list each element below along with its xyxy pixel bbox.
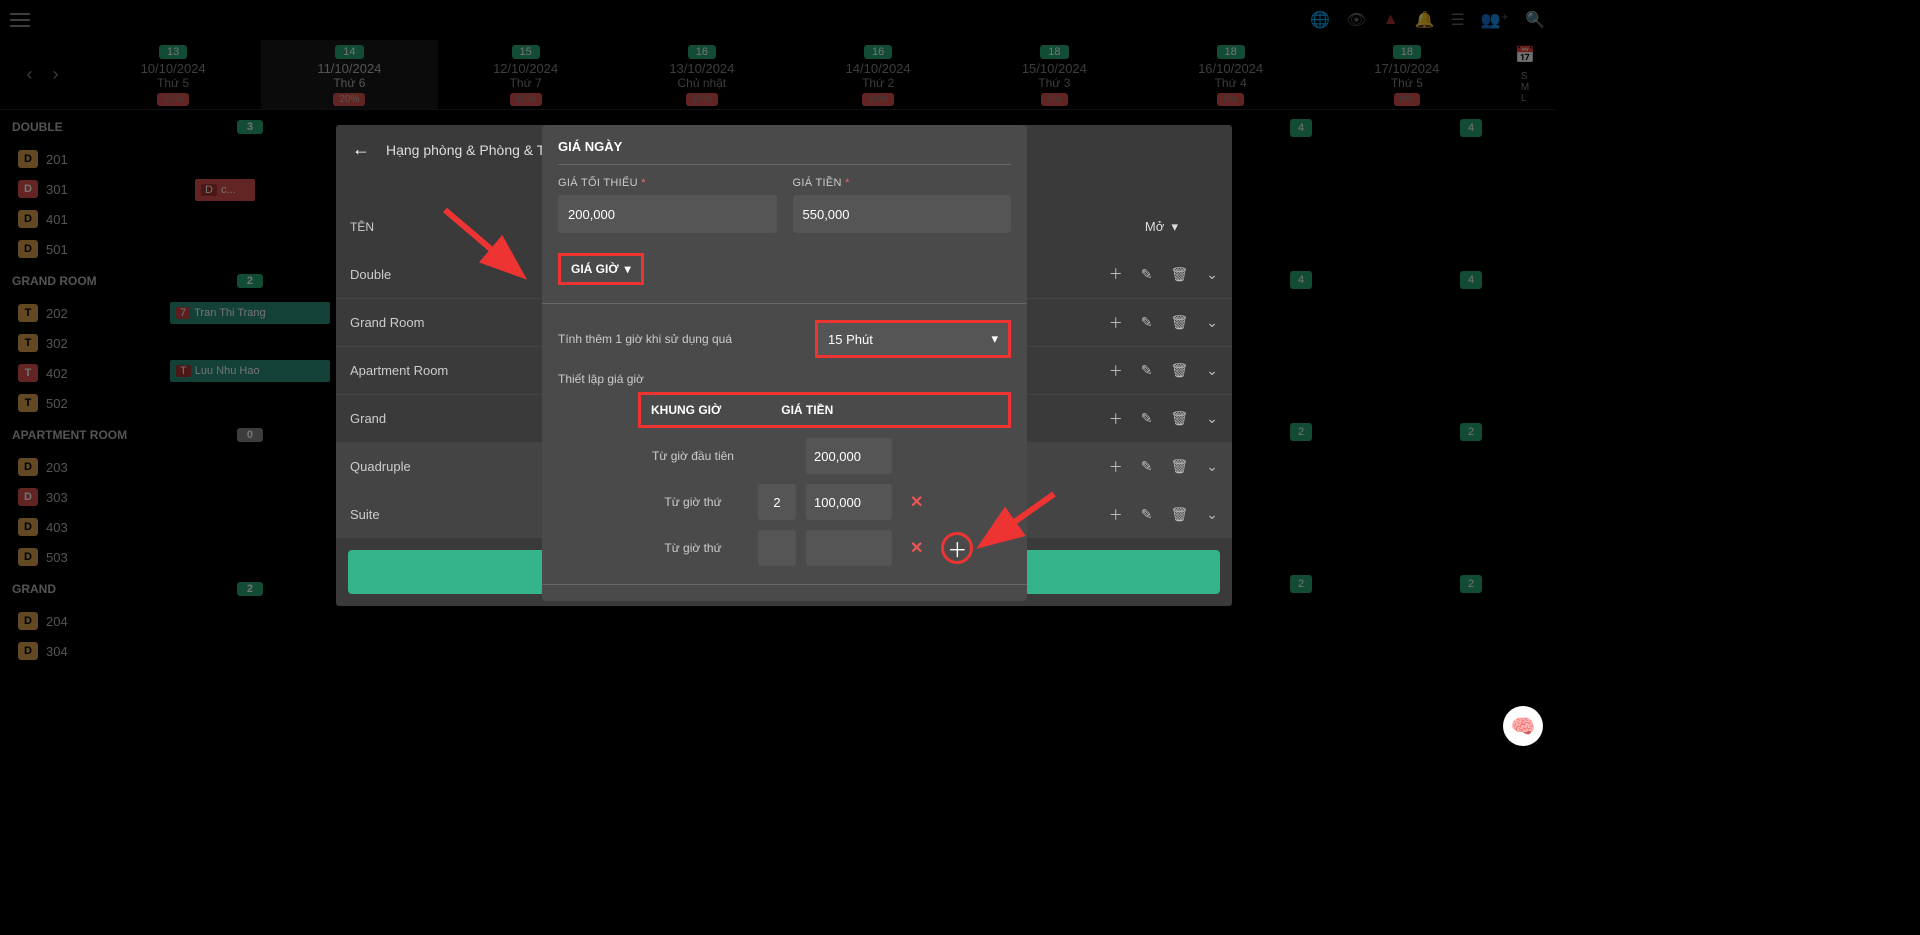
chevron-down-icon[interactable]: ⌄ [1206, 266, 1218, 283]
hour-price-row: Từ giờ thứ ✕ [638, 484, 1011, 520]
add-icon[interactable]: ＋ [1109, 457, 1123, 477]
hour-price-toggle[interactable]: GIÁ GIỜ ▾ [558, 253, 644, 285]
hour-price-row: Từ giờ đầu tiên [638, 438, 1011, 474]
hour-price-input[interactable] [806, 484, 892, 520]
hour-row-label: Từ giờ thứ [638, 541, 748, 555]
hour-setup-label: Thiết lập giá giờ [558, 372, 1011, 386]
hour-price-row: Từ giờ thứ ✕ ＋ [638, 530, 1011, 566]
min-price-label: GIÁ TỐI THIỂU * [558, 177, 777, 189]
status-dropdown[interactable]: Mở ▾ [1145, 219, 1178, 235]
remove-row-icon[interactable]: ✕ [910, 492, 923, 512]
chevron-down-icon[interactable]: ⌄ [1206, 506, 1218, 523]
panel-title: Hạng phòng & Phòng & T [386, 142, 545, 158]
price-config-panel: GIÁ NGÀY GIÁ TỐI THIỂU * GIÁ TIỀN * GIÁ … [542, 125, 1027, 601]
assistant-button[interactable]: 🧠 [1503, 706, 1543, 746]
hour-number-input[interactable] [758, 530, 796, 566]
remove-row-icon[interactable]: ✕ [910, 538, 923, 558]
add-icon[interactable]: ＋ [1109, 264, 1123, 284]
delete-icon[interactable]: 🗑 [1170, 266, 1188, 283]
add-icon[interactable]: ＋ [1109, 409, 1123, 429]
delete-icon[interactable]: 🗑 [1170, 506, 1188, 523]
extra-hour-label: Tính thêm 1 giờ khi sử dụng quá [558, 332, 803, 346]
chevron-down-icon[interactable]: ⌄ [1206, 314, 1218, 331]
chevron-down-icon[interactable]: ⌄ [1206, 458, 1218, 475]
hour-price-input[interactable] [806, 438, 892, 474]
min-price-input[interactable] [558, 195, 777, 233]
add-row-button[interactable]: ＋ [941, 532, 973, 564]
chevron-down-icon[interactable]: ⌄ [1206, 410, 1218, 427]
add-icon[interactable]: ＋ [1109, 361, 1123, 381]
edit-icon[interactable]: ✎ [1141, 362, 1153, 379]
back-arrow-icon[interactable]: ← [352, 139, 370, 160]
delete-icon[interactable]: 🗑 [1170, 314, 1188, 331]
delete-icon[interactable]: 🗑 [1170, 410, 1188, 427]
delete-icon[interactable]: 🗑 [1170, 362, 1188, 379]
edit-icon[interactable]: ✎ [1141, 506, 1153, 523]
edit-icon[interactable]: ✎ [1141, 458, 1153, 475]
edit-icon[interactable]: ✎ [1141, 314, 1153, 331]
hour-price-input[interactable] [806, 530, 892, 566]
add-icon[interactable]: ＋ [1109, 313, 1123, 333]
day-price-title: GIÁ NGÀY [558, 139, 1011, 165]
price-label: GIÁ TIỀN * [793, 177, 1012, 189]
add-icon[interactable]: ＋ [1109, 505, 1123, 525]
extra-minutes-select[interactable]: 15 Phút▾ [815, 320, 1011, 358]
hour-number-input[interactable] [758, 484, 796, 520]
hour-row-label: Từ giờ đầu tiên [638, 449, 748, 463]
price-table-header: KHUNG GIỜ GIÁ TIỀN [638, 392, 1011, 428]
price-input[interactable] [793, 195, 1012, 233]
edit-icon[interactable]: ✎ [1141, 410, 1153, 427]
delete-icon[interactable]: 🗑 [1170, 458, 1188, 475]
edit-icon[interactable]: ✎ [1141, 266, 1153, 283]
hour-row-label: Từ giờ thứ [638, 495, 748, 509]
chevron-down-icon[interactable]: ⌄ [1206, 362, 1218, 379]
brain-icon: 🧠 [1511, 714, 1536, 739]
chevron-down-icon: ▾ [991, 331, 998, 347]
chevron-down-icon: ▾ [625, 262, 631, 276]
